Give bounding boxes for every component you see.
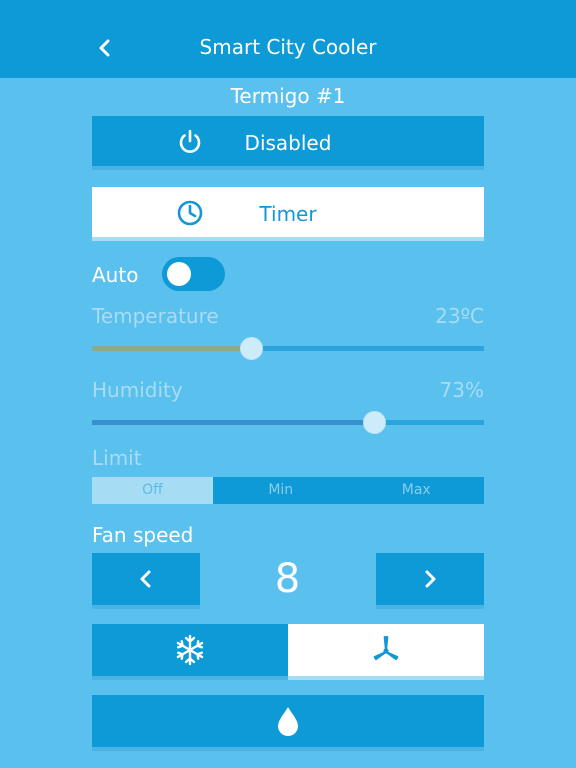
humidity-slider[interactable]: [92, 411, 484, 434]
humidity-slider-fill: [92, 420, 375, 425]
humidity-value: 73%: [439, 378, 484, 402]
toggle-knob: [167, 262, 191, 286]
auto-label: Auto: [92, 263, 139, 287]
fan-speed-decrease-button[interactable]: [92, 553, 200, 609]
fan-mode-button[interactable]: [288, 624, 484, 680]
humidity-slider-thumb[interactable]: [363, 411, 387, 434]
power-button[interactable]: Disabled: [92, 116, 484, 170]
timer-button[interactable]: Timer: [92, 187, 484, 241]
temperature-label: Temperature: [92, 304, 219, 328]
fan-speed-increase-button[interactable]: [376, 553, 484, 609]
cool-mode-button[interactable]: [92, 624, 288, 680]
power-button-label: Disabled: [244, 131, 332, 155]
limit-segmented-control: Off Min Max: [92, 477, 484, 504]
timer-button-label: Timer: [259, 202, 317, 226]
limit-option-min[interactable]: Min: [213, 477, 349, 504]
temperature-slider-fill: [92, 346, 251, 351]
humidity-label: Humidity: [92, 378, 183, 402]
fan-speed-value: 8: [274, 556, 301, 602]
limit-option-max[interactable]: Max: [349, 477, 485, 504]
limit-option-off[interactable]: Off: [92, 477, 213, 504]
water-drop-icon: [278, 707, 298, 736]
temperature-value: 23ºC: [435, 304, 484, 328]
app-header: Smart City Cooler: [0, 0, 576, 78]
auto-toggle[interactable]: [162, 257, 225, 291]
temperature-slider-thumb[interactable]: [239, 337, 263, 360]
limit-label: Limit: [92, 446, 142, 470]
fan-icon: [373, 636, 399, 661]
snowflake-icon: [176, 634, 204, 666]
app-title: Smart City Cooler: [199, 35, 377, 59]
fan-speed-label: Fan speed: [92, 523, 194, 547]
chevron-right-icon: [425, 570, 436, 588]
humidify-button[interactable]: [92, 695, 484, 751]
device-name: Termigo #1: [230, 84, 346, 108]
temperature-slider[interactable]: [92, 337, 484, 360]
chevron-left-icon: [140, 570, 151, 588]
